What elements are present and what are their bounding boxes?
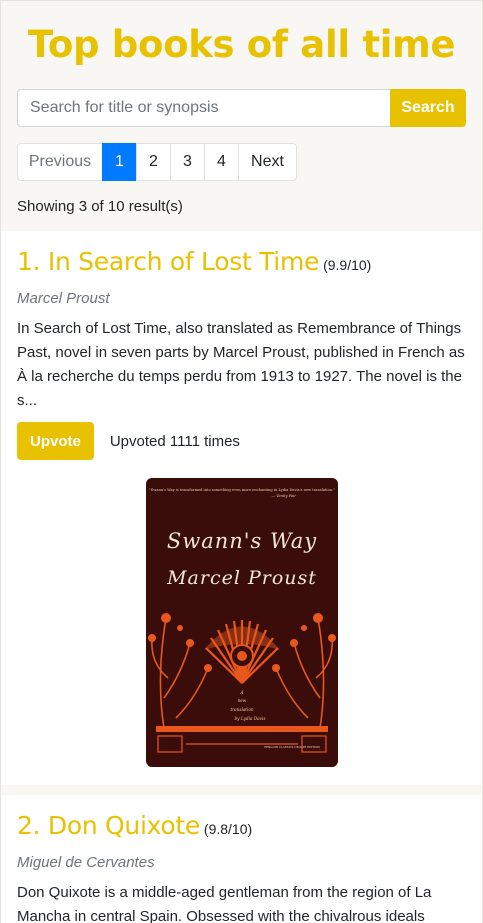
cover-publisher: PENGUIN CLASSICS DELUXE EDITION — [264, 745, 319, 749]
cover-title: Swann's Way — [166, 529, 316, 553]
cover-blurb: "Swann's Way is transformed into somethi… — [149, 488, 335, 492]
book-author: Miguel de Cervantes — [17, 854, 155, 871]
search-button[interactable]: Search — [390, 89, 466, 127]
cover-subtitle-1: A — [239, 690, 243, 695]
next-page-button[interactable]: Next — [238, 143, 297, 181]
book-rating: (9.8/10) — [203, 821, 253, 837]
cover-subtitle-3: translation — [230, 707, 253, 712]
page-header: Top books of all time Search Previous 1 … — [1, 1, 482, 231]
book-title[interactable]: 1. In Search of Lost Time — [17, 247, 319, 276]
vote-row: Upvote Upvoted 1111 times — [17, 422, 466, 460]
book-card: 2. Don Quixote (9.8/10) Miguel de Cervan… — [1, 795, 482, 923]
page-button-3[interactable]: 3 — [170, 143, 205, 181]
search-bar: Search — [17, 89, 466, 127]
book-rating: (9.9/10) — [323, 257, 372, 273]
book-synopsis: In Search of Lost Time, also translated … — [17, 320, 465, 409]
search-input[interactable] — [17, 89, 390, 127]
page-button-4[interactable]: 4 — [204, 143, 239, 181]
page-button-1[interactable]: 1 — [102, 143, 137, 181]
cover-author: Marcel Proust — [166, 567, 317, 589]
pagination: Previous 1 2 3 4 Next — [17, 143, 466, 181]
book-title-line: 2. Don Quixote (9.8/10) — [17, 811, 466, 840]
cover-wrapper: "Swann's Way is transformed into somethi… — [17, 460, 466, 785]
card-separator — [1, 785, 482, 795]
cover-blurb-source: — Vanity Fair — [271, 494, 296, 498]
book-card: 1. In Search of Lost Time (9.9/10) Marce… — [1, 231, 482, 785]
book-synopsis: Don Quixote is a middle-aged gentleman f… — [17, 884, 432, 923]
cover-subtitle-2: new — [237, 698, 246, 703]
previous-page-button[interactable]: Previous — [17, 143, 103, 181]
upvote-button[interactable]: Upvote — [17, 422, 94, 460]
book-title[interactable]: 2. Don Quixote — [17, 811, 200, 840]
result-count: Showing 3 of 10 result(s) — [17, 198, 183, 215]
cover-subtitle-4: by Lydia Davis — [234, 716, 265, 721]
page-button-2[interactable]: 2 — [136, 143, 171, 181]
book-cover-image: "Swann's Way is transformed into somethi… — [145, 478, 338, 767]
page-title: Top books of all time — [27, 23, 456, 66]
book-title-line: 1. In Search of Lost Time (9.9/10) — [17, 247, 466, 276]
book-author: Marcel Proust — [17, 290, 110, 307]
upvote-count: Upvoted 1111 times — [109, 432, 240, 450]
